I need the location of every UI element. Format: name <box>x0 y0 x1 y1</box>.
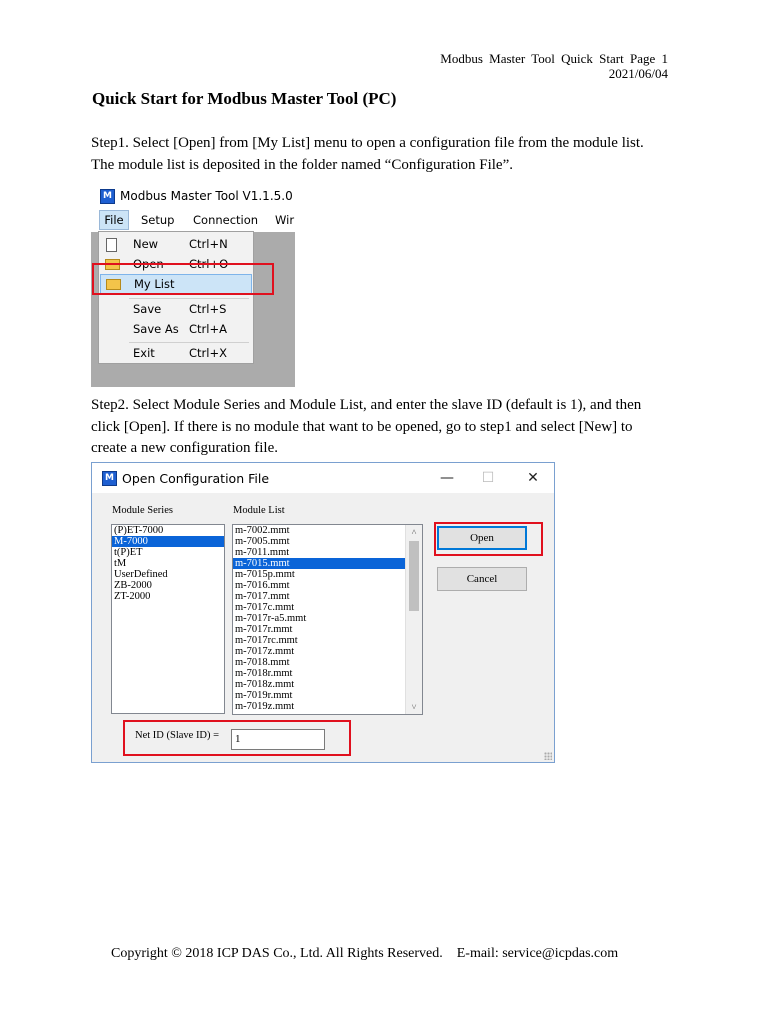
highlight-box-my-list <box>92 263 274 295</box>
module-list-item[interactable]: m-7002.mmt <box>233 525 405 536</box>
menu-item-shortcut: Ctrl+X <box>189 346 227 360</box>
module-list-scrollbar[interactable]: ˄ ˅ <box>405 525 422 714</box>
module-rows: m-7002.mmt m-7005.mmt m-7011.mmt m-7015.mmt… <box>233 525 422 712</box>
module-list-item[interactable]: m-7011.mmt <box>233 547 405 558</box>
module-list-item[interactable]: m-7015p.mmt <box>233 569 405 580</box>
series-list-item[interactable]: (P)ET-7000 <box>112 525 224 536</box>
module-list-item[interactable]: m-7017z.mmt <box>233 646 405 657</box>
menu-bar: File Setup Connection Wir <box>91 210 295 232</box>
highlight-box-open <box>434 522 543 556</box>
series-list-item[interactable]: M-7000 <box>112 536 224 547</box>
module-list-item[interactable]: m-7018.mmt <box>233 657 405 668</box>
menu-separator <box>129 342 249 343</box>
menu-item-exit[interactable]: Exit Ctrl+X <box>100 344 252 364</box>
menu-setup[interactable]: Setup <box>141 213 174 227</box>
step2-line2: click [Open]. If there is no module that… <box>91 418 633 435</box>
new-document-icon <box>106 238 117 252</box>
menu-connection[interactable]: Connection <box>193 213 258 227</box>
dialog-title: Open Configuration File <box>122 471 270 486</box>
menu-item-label: Exit <box>133 346 155 360</box>
menu-separator <box>129 298 249 299</box>
series-list-item[interactable]: UserDefined <box>112 569 224 580</box>
menu-item-label: Save As <box>133 322 179 336</box>
dialog-titlebar: M Open Configuration File — ☐ ✕ <box>92 463 554 493</box>
close-icon[interactable]: ✕ <box>523 468 543 488</box>
step2-line3: create a new configuration file. <box>91 440 278 456</box>
file-dropdown-menu: New Ctrl+N Open Ctrl+O My List Save Ctrl… <box>98 231 254 364</box>
module-series-label: Module Series <box>112 505 173 516</box>
module-list-item[interactable]: m-7018r.mmt <box>233 668 405 679</box>
module-list-item[interactable]: m-7017c.mmt <box>233 602 405 613</box>
module-list-item[interactable]: m-7018z.mmt <box>233 679 405 690</box>
header-date: 2021/06/04 <box>608 66 668 81</box>
module-list-label: Module List <box>233 505 285 516</box>
resize-grip-icon[interactable] <box>544 752 552 760</box>
menu-item-shortcut: Ctrl+S <box>189 302 227 316</box>
series-list-item[interactable]: tM <box>112 558 224 569</box>
app-titlebar: M Modbus Master Tool V1.1.5.0 2 <box>91 182 295 210</box>
menu-item-label: New <box>133 237 159 251</box>
app-window-title: Modbus Master Tool V1.1.5.0 2 <box>120 189 295 203</box>
step1-line2: The module list is deposited in the fold… <box>91 156 513 173</box>
step1-paragraph: Step1. Select [Open] from [My List] menu… <box>91 133 691 176</box>
maximize-icon[interactable]: ☐ <box>478 468 498 488</box>
highlight-box-net-id <box>123 720 351 756</box>
cancel-button[interactable]: Cancel <box>437 567 527 591</box>
menu-item-save[interactable]: Save Ctrl+S <box>100 300 252 320</box>
module-list-listbox[interactable]: m-7002.mmt m-7005.mmt m-7011.mmt m-7015.mmt… <box>232 524 423 715</box>
module-list-item[interactable]: m-7017r.mmt <box>233 624 405 635</box>
page-footer: Copyright © 2018 ICP DAS Co., Ltd. All R… <box>111 946 619 961</box>
module-list-item[interactable]: m-7017rc.mmt <box>233 635 405 646</box>
minimize-icon[interactable]: — <box>437 468 457 488</box>
module-list-item[interactable]: m-7019z.mmt <box>233 701 405 712</box>
module-list-item[interactable]: m-7016.mmt <box>233 580 405 591</box>
module-list-item[interactable]: m-7019r.mmt <box>233 690 405 701</box>
module-series-listbox[interactable]: (P)ET-7000 M-7000 t(P)ET tM UserDefined ZB-20… <box>111 524 225 714</box>
scroll-down-icon[interactable]: ˅ <box>406 700 422 714</box>
step1-line1: Step1. Select [Open] from [My List] menu… <box>91 135 644 151</box>
scroll-up-icon[interactable]: ˄ <box>406 525 422 539</box>
header-title: Modbus Master Tool Quick Start Page 1 <box>440 51 668 66</box>
module-list-item[interactable]: m-7017r-a5.mmt <box>233 613 405 624</box>
menu-file[interactable]: File <box>99 210 129 230</box>
menu-item-save-as[interactable]: Save As Ctrl+A <box>100 320 252 340</box>
menu-item-label: Save <box>133 302 162 316</box>
module-list-item[interactable]: m-7015.mmt <box>233 558 405 569</box>
module-list-item[interactable]: m-7017.mmt <box>233 591 405 602</box>
step2-paragraph: Step2. Select Module Series and Module L… <box>91 395 691 460</box>
menu-item-new[interactable]: New Ctrl+N <box>100 235 252 255</box>
series-list-item[interactable]: ZB-2000 <box>112 580 224 591</box>
app-logo-icon: M <box>102 471 117 486</box>
series-list-item[interactable]: ZT-2000 <box>112 591 224 602</box>
page-header: Modbus Master Tool Quick Start Page 1 20… <box>440 51 668 81</box>
step2-line1: Step2. Select Module Series and Module L… <box>91 397 642 413</box>
document-title: Quick Start for Modbus Master Tool (PC) <box>92 89 397 108</box>
app-logo-icon: M <box>100 189 115 204</box>
scrollbar-thumb[interactable] <box>409 541 419 611</box>
menu-item-shortcut: Ctrl+N <box>189 237 228 251</box>
series-list-item[interactable]: t(P)ET <box>112 547 224 558</box>
module-list-item[interactable]: m-7005.mmt <box>233 536 405 547</box>
open-config-dialog: M Open Configuration File — ☐ ✕ Module S… <box>91 462 555 763</box>
menu-window[interactable]: Wir <box>275 213 294 227</box>
menu-item-shortcut: Ctrl+A <box>189 322 227 336</box>
